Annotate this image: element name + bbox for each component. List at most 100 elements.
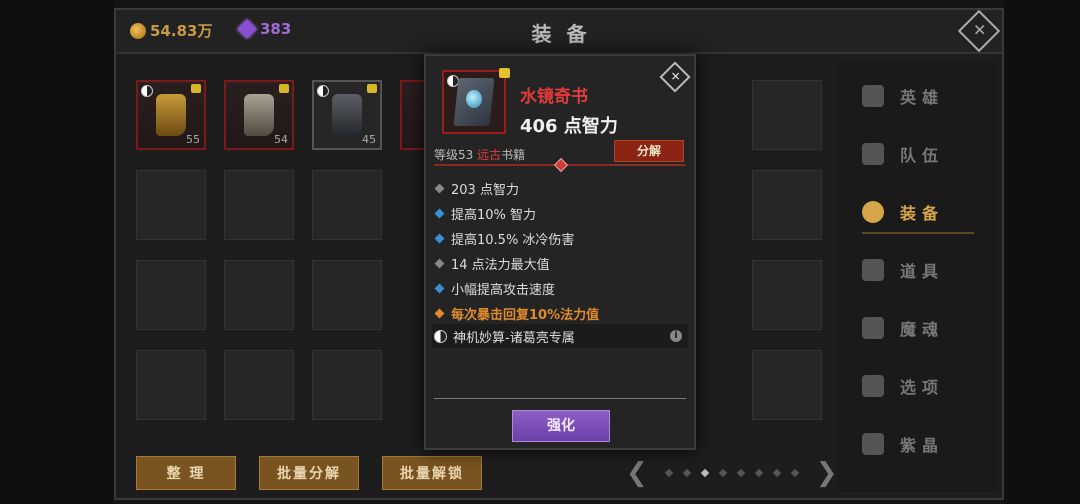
inventory-slot-empty[interactable] xyxy=(752,80,822,150)
stat-line: 203 点智力 xyxy=(434,176,599,201)
stat-line: 14 点法力最大值 xyxy=(434,251,599,276)
item-level: 54 xyxy=(274,133,288,146)
inventory-slot-empty[interactable] xyxy=(312,350,382,420)
gray-diamond-icon xyxy=(434,258,445,269)
inventory-slot-empty[interactable] xyxy=(136,350,206,420)
inventory-slot-empty[interactable] xyxy=(752,170,822,240)
stat-line: 提高10% 智力 xyxy=(434,201,599,226)
menu-item-team[interactable]: 队伍 xyxy=(862,134,974,174)
iron-boots-icon xyxy=(332,94,362,136)
page-title: 装 备 xyxy=(531,22,591,46)
stat-text: 提高10% 智力 xyxy=(451,208,537,223)
blue-diamond-icon xyxy=(434,233,445,244)
menu-label: 英雄 xyxy=(900,88,945,107)
left-backdrop xyxy=(0,0,114,504)
page-dot-active[interactable] xyxy=(700,468,710,478)
page-dot[interactable] xyxy=(772,468,782,478)
lock-icon xyxy=(367,84,377,93)
info-icon[interactable]: i xyxy=(670,330,682,342)
inventory-slot-boots-1[interactable]: 55 xyxy=(136,80,206,150)
lock-icon[interactable] xyxy=(499,68,510,78)
blue-diamond-icon xyxy=(434,208,445,219)
inventory-slot-empty[interactable] xyxy=(224,260,294,330)
item-category: 书籍 xyxy=(501,148,526,162)
inventory-slot-empty[interactable] xyxy=(224,170,294,240)
item-name: 水镜奇书 xyxy=(520,87,588,107)
menu-label: 魔魂 xyxy=(900,320,945,339)
item-icon-frame xyxy=(442,68,510,134)
page-dot[interactable] xyxy=(754,468,764,478)
batch-unlock-button[interactable]: 批量解锁 xyxy=(382,456,482,490)
item-quality: 远古 xyxy=(477,148,502,162)
stat-text: 小幅提高攻击速度 xyxy=(451,283,556,298)
yin-yang-icon xyxy=(317,85,329,97)
inventory-slot-boots-3[interactable]: 45 xyxy=(312,80,382,150)
menu-label: 队伍 xyxy=(900,146,945,165)
close-icon: ✕ xyxy=(670,69,681,84)
page-dot[interactable] xyxy=(790,468,800,478)
inventory-slot-empty[interactable] xyxy=(312,170,382,240)
bag-icon xyxy=(862,259,884,281)
divider xyxy=(434,398,686,399)
stat-line-legendary: 每次暴击回复10%法力值 xyxy=(434,301,599,326)
orange-diamond-icon xyxy=(434,308,445,319)
popup-close-button[interactable]: ✕ xyxy=(659,61,691,93)
item-level-line: 等级53 远古书籍 xyxy=(434,146,525,163)
gray-diamond-icon xyxy=(434,183,445,194)
inventory-slot-empty[interactable] xyxy=(136,170,206,240)
menu-label: 道具 xyxy=(900,262,945,281)
stat-text: 14 点法力最大值 xyxy=(451,258,550,273)
divider-gem xyxy=(553,157,569,173)
menu-label: 紫晶 xyxy=(900,436,945,455)
menu-item-soul[interactable]: 魔魂 xyxy=(862,308,974,348)
yin-yang-icon xyxy=(141,85,153,97)
yin-yang-icon xyxy=(434,329,447,343)
item-level: 等级53 xyxy=(434,148,478,162)
menu-item-hero[interactable]: 英雄 xyxy=(862,76,974,116)
gear-icon xyxy=(862,375,884,397)
item-detail-popup: 水镜奇书 406 点智力 ✕ 等级53 远古书籍 分解 203 点智力 提高10… xyxy=(424,54,696,450)
inventory-slot-empty[interactable] xyxy=(312,260,382,330)
crystal-icon xyxy=(862,433,884,455)
menu-item-amethyst[interactable]: 紫晶 xyxy=(862,424,974,464)
book-gem xyxy=(466,90,482,108)
menu-item-options[interactable]: 选项 xyxy=(862,366,974,406)
inventory-slot-empty[interactable] xyxy=(224,350,294,420)
blue-diamond-icon xyxy=(434,283,445,294)
inventory-slot-boots-2[interactable]: 54 xyxy=(224,80,294,150)
strengthen-button[interactable]: 强化 xyxy=(512,410,610,442)
close-icon: ✕ xyxy=(973,20,987,40)
page-dot[interactable] xyxy=(682,468,692,478)
item-main-stat: 406 点智力 xyxy=(520,116,618,137)
stat-text: 203 点智力 xyxy=(451,183,519,198)
top-bar: 54.83万 383 装 备 ✕ xyxy=(116,9,1002,54)
flame-icon xyxy=(862,317,884,339)
set-text: 神机妙算-诸葛亮专属 xyxy=(453,330,575,346)
lock-icon xyxy=(191,84,201,93)
set-bonus-row[interactable]: 神机妙算-诸葛亮专属 i xyxy=(432,324,688,348)
menu-item-items[interactable]: 道具 xyxy=(862,250,974,290)
item-level: 45 xyxy=(362,133,376,146)
helmet-icon xyxy=(862,201,884,223)
page-indicator: ❮ ❯ xyxy=(614,458,850,488)
inventory-slot-empty[interactable] xyxy=(752,350,822,420)
leather-boots-icon xyxy=(244,94,274,136)
right-backdrop xyxy=(1004,0,1080,504)
flag-icon xyxy=(862,143,884,165)
page-dot[interactable] xyxy=(718,468,728,478)
sort-button[interactable]: 整 理 xyxy=(136,456,236,490)
item-level: 55 xyxy=(186,133,200,146)
batch-decompose-button[interactable]: 批量分解 xyxy=(259,456,359,490)
lock-icon xyxy=(279,84,289,93)
stat-line: 提高10.5% 冰冷伤害 xyxy=(434,226,599,251)
inventory-slot-empty[interactable] xyxy=(136,260,206,330)
menu-item-equipment[interactable]: 装备 xyxy=(862,192,974,234)
next-page-arrow-icon[interactable]: ❯ xyxy=(816,458,838,488)
stat-text: 提高10.5% 冰冷伤害 xyxy=(451,233,575,248)
inventory-slot-empty[interactable] xyxy=(752,260,822,330)
hero-icon xyxy=(862,85,884,107)
page-dot[interactable] xyxy=(664,468,674,478)
page-dot[interactable] xyxy=(736,468,746,478)
prev-page-arrow-icon[interactable]: ❮ xyxy=(626,458,648,488)
decompose-button[interactable]: 分解 xyxy=(614,140,684,162)
